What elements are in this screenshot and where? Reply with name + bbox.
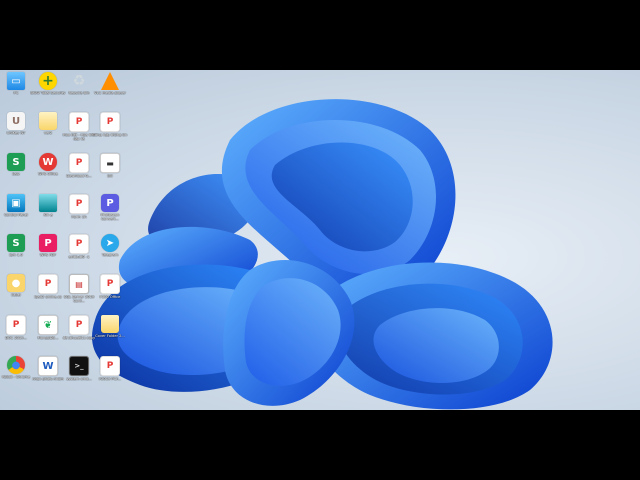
desktop-icon[interactable]: ▭ PC bbox=[0, 72, 32, 95]
pdf-icon: P bbox=[100, 274, 120, 294]
desktop-icon-label: Photoscan Convert... bbox=[100, 213, 120, 222]
desktop-icon[interactable]: Wnhận phiếu nhóm bbox=[32, 356, 64, 381]
desktop-icon[interactable]: Xin ạ bbox=[32, 194, 64, 217]
desktop-icon[interactable]: P Photoscan Convert... bbox=[94, 194, 126, 221]
desktop-icon-label: Control Panel bbox=[4, 213, 28, 217]
desktop-icon[interactable]: Pđề (thuyết1) copy bbox=[63, 315, 95, 340]
desktop-icon[interactable]: + BKAV Total Security bbox=[31, 72, 65, 95]
desktop-icon-label: Ilabel bbox=[11, 293, 21, 297]
telegram-icon: ➤ bbox=[101, 234, 119, 252]
vlc-icon bbox=[101, 72, 119, 90]
desktop-icon[interactable]: Slpm 1.0 bbox=[0, 234, 32, 257]
desktop-icon[interactable]: P Download G... bbox=[63, 153, 95, 178]
desktop-icon[interactable]: Cover Folder 2... bbox=[94, 315, 126, 338]
desktop-icon[interactable]: Sbaiy bbox=[0, 153, 32, 176]
desktop-icon[interactable]: P Hoa tiết - Hoa tiết đặc tả bbox=[63, 112, 95, 141]
desktop-icon-label: Robot - Chrome bbox=[1, 375, 31, 379]
pdf-icon: P bbox=[100, 356, 120, 376]
user-folder-icon: ● bbox=[7, 274, 25, 292]
desktop-icon-label: UniKey NT bbox=[6, 131, 26, 135]
wps-office-icon: W bbox=[39, 153, 57, 171]
desktop-icon[interactable]: ➤ Telegram bbox=[94, 234, 126, 257]
desktop-icon[interactable]: P Ipad2 online.co bbox=[32, 274, 64, 299]
desktop-icon[interactable]: >_ system cmd... bbox=[63, 356, 95, 381]
desktop-icon[interactable]: P Form 1A bbox=[63, 194, 95, 219]
control-panel-icon: ▣ bbox=[7, 194, 25, 212]
letterbox-top bbox=[0, 0, 640, 70]
pdf-icon: P bbox=[38, 274, 58, 294]
desktop-icon[interactable]: ▣ Control Panel bbox=[0, 194, 32, 217]
desktop-icon[interactable]: Pexitbutt0 -1 bbox=[63, 234, 95, 259]
desktop-icon-label: bill bbox=[107, 174, 113, 178]
desktop-icon[interactable]: VLC media player bbox=[94, 72, 126, 95]
recycle-bin-icon: ♻ bbox=[72, 73, 86, 89]
desktop-icon-label: baiy bbox=[12, 172, 20, 176]
spreadsheet-icon: S bbox=[7, 153, 25, 171]
pdf-icon: P bbox=[6, 315, 26, 335]
database-icon: ▤ bbox=[69, 274, 89, 294]
desktop-icon-label: Tổng hợp thông tin bbox=[92, 133, 128, 137]
desktop-icon-label: P300 Office bbox=[99, 295, 121, 299]
desktop[interactable]: ▭ PC + BKAV Total Security ♻ Recycle Bin VLC m… bbox=[0, 70, 640, 410]
desktop-icon[interactable]: U UniKey NT bbox=[0, 112, 32, 135]
desktop-icon[interactable]: ▤ SQL Server 2019 Conf... bbox=[63, 274, 95, 303]
monitor-icon bbox=[39, 194, 57, 212]
photoscan-icon: P bbox=[101, 194, 119, 212]
desktop-icon[interactable]: P Tổng hợp thông tin bbox=[92, 112, 128, 137]
folder-icon bbox=[39, 112, 57, 130]
word-icon: W bbox=[38, 356, 58, 376]
pdf-icon: P bbox=[100, 112, 120, 132]
desktop-icon[interactable]: P P300 Office bbox=[94, 274, 126, 299]
desktop-icon[interactable]: ▬ bill bbox=[94, 153, 126, 178]
desktop-icon-label: P2019 PCF... bbox=[98, 377, 122, 381]
wps-pdf-icon: P bbox=[39, 234, 57, 252]
chrome-icon: ● bbox=[7, 356, 25, 374]
desktop-icon-label: DOC 2019... bbox=[5, 336, 27, 340]
desktop-icon-label: VLC media player bbox=[94, 91, 126, 95]
desktop-icon[interactable]: ♻ Recycle Bin bbox=[63, 72, 95, 95]
pdf-icon: P bbox=[69, 153, 89, 173]
folder-icon bbox=[101, 315, 119, 333]
letterbox-bottom bbox=[0, 410, 640, 480]
mongodb-icon: ❦ bbox=[38, 315, 58, 335]
desktop-icon-label: Telegram bbox=[101, 253, 119, 257]
bkav-icon: + bbox=[39, 72, 57, 90]
desktop-icon[interactable]: P DOC 2019... bbox=[0, 315, 32, 340]
desktop-icon[interactable]: P WPS PDF bbox=[32, 234, 64, 257]
desktop-icon[interactable]: P P2019 PCF... bbox=[94, 356, 126, 381]
pdf-icon: P bbox=[69, 315, 89, 335]
pdf-icon: P bbox=[69, 194, 89, 214]
desktop-icon-label: Cover Folder 2... bbox=[95, 334, 125, 338]
computer-icon: ▭ bbox=[7, 72, 25, 90]
desktop-icon[interactable]: ● Ilabel bbox=[0, 274, 32, 297]
pdf-icon: P bbox=[69, 234, 89, 254]
desktop-icon[interactable]: ❦ MongoDB... bbox=[32, 315, 64, 340]
pdf-icon: P bbox=[69, 112, 89, 132]
desktop-icon[interactable]: ver2 bbox=[32, 112, 64, 135]
desktop-icon[interactable]: ● Robot - Chrome bbox=[0, 356, 32, 379]
unikey-icon: U bbox=[7, 112, 25, 130]
cash-icon: ▬ bbox=[100, 153, 120, 173]
desktop-icon[interactable]: W WPS Office bbox=[32, 153, 64, 176]
spreadsheet-icon: S bbox=[7, 234, 25, 252]
desktop-icon-label: PC bbox=[13, 91, 19, 95]
desktop-icon-grid: ▭ PC + BKAV Total Security ♻ Recycle Bin VLC m… bbox=[0, 70, 130, 410]
terminal-icon: >_ bbox=[69, 356, 89, 376]
desktop-icon-label: lpm 1.0 bbox=[9, 253, 23, 257]
